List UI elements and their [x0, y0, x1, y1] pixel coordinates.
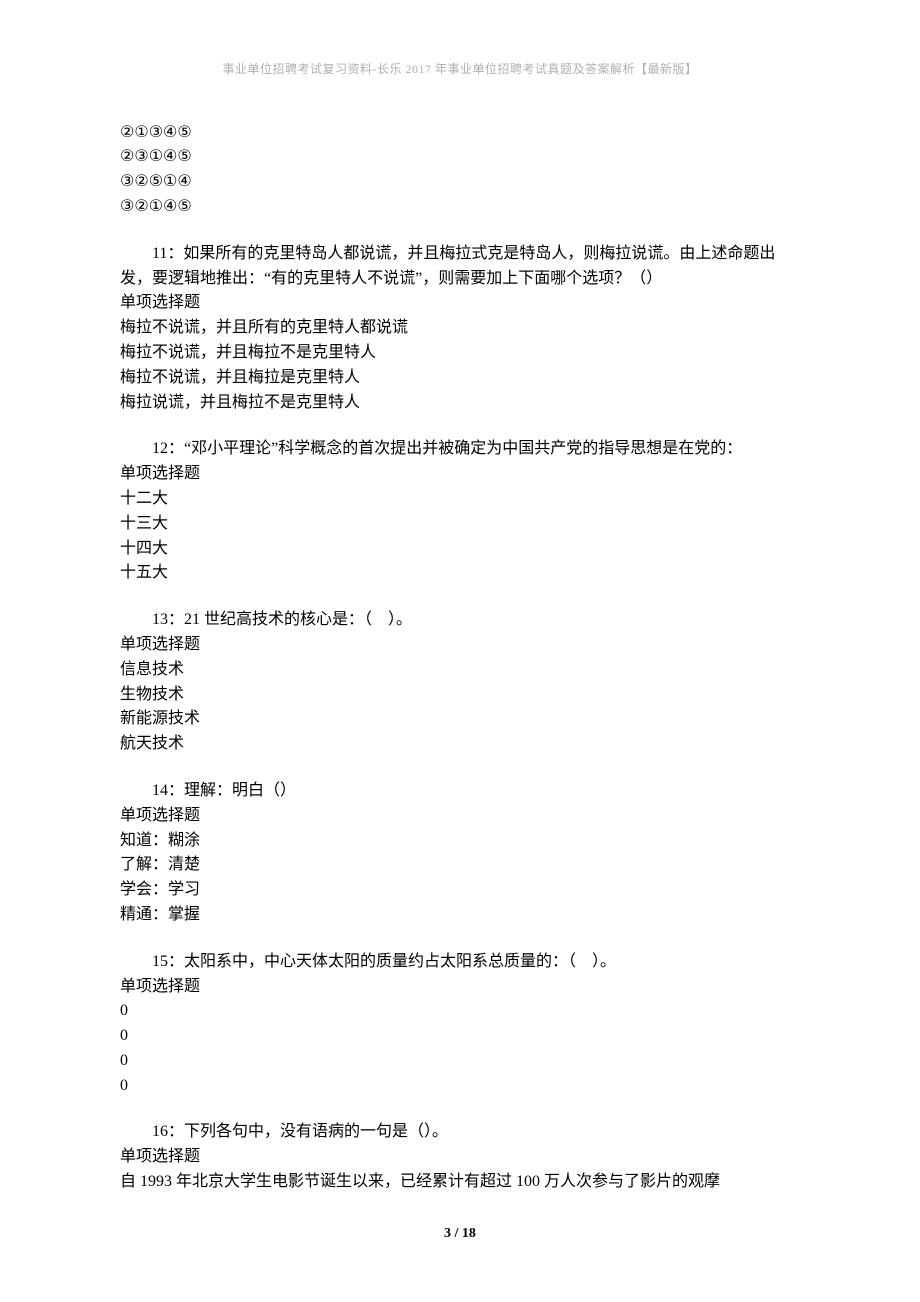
question-16: 16：下列各句中，没有语病的一句是（）。 单项选择题 自 1993 年北京大学生…: [120, 1120, 800, 1194]
question-15: 15：太阳系中，中心天体太阳的质量约占太阳系总质量的：（ ）。 单项选择题 0 …: [120, 950, 800, 1099]
q15-stem: 15：太阳系中，中心天体太阳的质量约占太阳系总质量的：（ ）。: [120, 950, 800, 975]
q10-opt-c: ③②⑤①④: [120, 170, 800, 195]
q12-opt-a: 十二大: [120, 487, 800, 512]
page-header: 事业单位招聘考试复习资料-长乐 2017 年事业单位招聘考试真题及答案解析【最新…: [120, 60, 800, 79]
q15-opt-a: 0: [120, 999, 800, 1024]
question-14: 14：理解：明白（） 单项选择题 知道：糊涂 了解：清楚 学会：学习 精通：掌握: [120, 779, 800, 928]
q12-opt-d: 十五大: [120, 561, 800, 586]
q12-type: 单项选择题: [120, 462, 800, 487]
q13-opt-d: 航天技术: [120, 732, 800, 757]
q14-opt-b: 了解：清楚: [120, 853, 800, 878]
q13-opt-b: 生物技术: [120, 683, 800, 708]
q14-opt-c: 学会：学习: [120, 878, 800, 903]
q10-opt-d: ③②①④⑤: [120, 195, 800, 220]
q16-stem: 16：下列各句中，没有语病的一句是（）。: [120, 1120, 800, 1145]
q13-stem: 13：21 世纪高技术的核心是：（ ）。: [120, 608, 800, 633]
q11-opt-b: 梅拉不说谎，并且梅拉不是克里特人: [120, 341, 800, 366]
page-footer: 3 / 18: [120, 1223, 800, 1245]
q13-opt-c: 新能源技术: [120, 707, 800, 732]
q14-type: 单项选择题: [120, 804, 800, 829]
q13-type: 单项选择题: [120, 633, 800, 658]
q10-opt-b: ②③①④⑤: [120, 145, 800, 170]
q11-stem: 11：如果所有的克里特岛人都说谎，并且梅拉式克是特岛人，则梅拉说谎。由上述命题出…: [120, 242, 800, 292]
q15-opt-b: 0: [120, 1024, 800, 1049]
q15-type: 单项选择题: [120, 975, 800, 1000]
q11-type: 单项选择题: [120, 291, 800, 316]
q16-type: 单项选择题: [120, 1145, 800, 1170]
q12-opt-b: 十三大: [120, 512, 800, 537]
q14-opt-d: 精通：掌握: [120, 903, 800, 928]
q11-opt-a: 梅拉不说谎，并且所有的克里特人都说谎: [120, 316, 800, 341]
q15-opt-c: 0: [120, 1049, 800, 1074]
q10-opt-a: ②①③④⑤: [120, 121, 800, 146]
q11-opt-c: 梅拉不说谎，并且梅拉是克里特人: [120, 366, 800, 391]
q14-opt-a: 知道：糊涂: [120, 829, 800, 854]
q15-opt-d: 0: [120, 1074, 800, 1099]
question-12: 12：“邓小平理论”科学概念的首次提出并被确定为中国共产党的指导思想是在党的： …: [120, 437, 800, 586]
question-13: 13：21 世纪高技术的核心是：（ ）。 单项选择题 信息技术 生物技术 新能源…: [120, 608, 800, 757]
q12-stem: 12：“邓小平理论”科学概念的首次提出并被确定为中国共产党的指导思想是在党的：: [120, 437, 800, 462]
q13-opt-a: 信息技术: [120, 658, 800, 683]
q10-options-block: ②①③④⑤ ②③①④⑤ ③②⑤①④ ③②①④⑤: [120, 121, 800, 220]
q12-opt-c: 十四大: [120, 537, 800, 562]
q14-stem: 14：理解：明白（）: [120, 779, 800, 804]
q11-opt-d: 梅拉说谎，并且梅拉不是克里特人: [120, 391, 800, 416]
q16-opt-a: 自 1993 年北京大学生电影节诞生以来，已经累计有超过 100 万人次参与了影…: [120, 1170, 800, 1195]
question-11: 11：如果所有的克里特岛人都说谎，并且梅拉式克是特岛人，则梅拉说谎。由上述命题出…: [120, 242, 800, 416]
